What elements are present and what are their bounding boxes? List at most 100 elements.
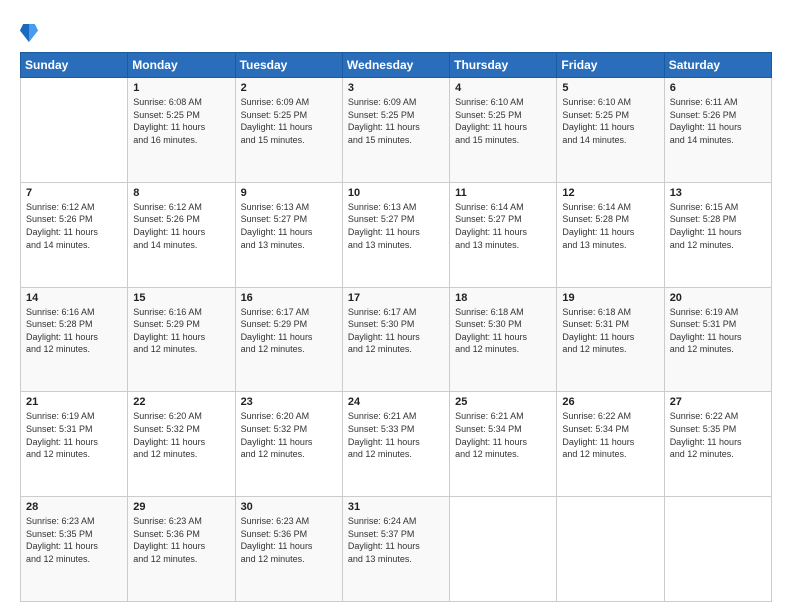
- day-number: 23: [241, 396, 337, 408]
- logo: [20, 22, 42, 44]
- day-number: 10: [348, 187, 444, 199]
- calendar-cell: 12 Sunrise: 6:14 AM Sunset: 5:28 PM Dayli…: [557, 182, 664, 287]
- calendar-cell: [557, 497, 664, 602]
- day-header-thursday: Thursday: [450, 53, 557, 78]
- day-number: 29: [133, 501, 229, 513]
- day-number: 31: [348, 501, 444, 513]
- calendar-cell: 11 Sunrise: 6:14 AM Sunset: 5:27 PM Dayli…: [450, 182, 557, 287]
- day-number: 14: [26, 292, 122, 304]
- calendar-cell: 5 Sunrise: 6:10 AM Sunset: 5:25 PM Daylig…: [557, 78, 664, 183]
- cell-info: Sunrise: 6:08 AM Sunset: 5:25 PM Dayligh…: [133, 96, 229, 146]
- week-row-1: 7 Sunrise: 6:12 AM Sunset: 5:26 PM Daylig…: [21, 182, 772, 287]
- calendar-cell: 3Sunrise: 6:09 AM Sunset: 5:25 PM Daylig…: [342, 78, 449, 183]
- calendar-cell: 30 Sunrise: 6:23 AM Sunset: 5:36 PM Dayli…: [235, 497, 342, 602]
- cell-info: Sunrise: 6:14 AM Sunset: 5:27 PM Dayligh…: [455, 201, 551, 251]
- calendar-cell: 19Sunrise: 6:18 AM Sunset: 5:31 PM Dayli…: [557, 287, 664, 392]
- calendar-cell: 31 Sunrise: 6:24 AM Sunset: 5:37 PM Dayli…: [342, 497, 449, 602]
- calendar-header: SundayMondayTuesdayWednesdayThursdayFrid…: [21, 53, 772, 78]
- cell-info: Sunrise: 6:17 AM Sunset: 5:29 PM Dayligh…: [241, 306, 337, 356]
- cell-info: Sunrise: 6:19 AM Sunset: 5:31 PM Dayligh…: [670, 306, 766, 356]
- cell-info: Sunrise: 6:13 AM Sunset: 5:27 PM Dayligh…: [241, 201, 337, 251]
- calendar-cell: [664, 497, 771, 602]
- calendar-body: 1 Sunrise: 6:08 AM Sunset: 5:25 PM Daylig…: [21, 78, 772, 602]
- cell-info: Sunrise: 6:10 AM Sunset: 5:25 PM Dayligh…: [562, 96, 658, 146]
- calendar-cell: 16 Sunrise: 6:17 AM Sunset: 5:29 PM Dayli…: [235, 287, 342, 392]
- cell-info: Sunrise: 6:23 AM Sunset: 5:36 PM Dayligh…: [133, 515, 229, 565]
- cell-info: Sunrise: 6:19 AM Sunset: 5:31 PM Dayligh…: [26, 410, 122, 460]
- calendar-cell: 10 Sunrise: 6:13 AM Sunset: 5:27 PM Dayli…: [342, 182, 449, 287]
- cell-info: Sunrise: 6:11 AM Sunset: 5:26 PM Dayligh…: [670, 96, 766, 146]
- day-number: 6: [670, 82, 766, 94]
- day-number: 26: [562, 396, 658, 408]
- page: SundayMondayTuesdayWednesdayThursdayFrid…: [0, 0, 792, 612]
- calendar-cell: 24Sunrise: 6:21 AM Sunset: 5:33 PM Dayli…: [342, 392, 449, 497]
- logo-icon: [20, 22, 38, 44]
- cell-info: Sunrise: 6:14 AM Sunset: 5:28 PM Dayligh…: [562, 201, 658, 251]
- cell-info: Sunrise: 6:20 AM Sunset: 5:32 PM Dayligh…: [133, 410, 229, 460]
- calendar-cell: 14 Sunrise: 6:16 AM Sunset: 5:28 PM Dayli…: [21, 287, 128, 392]
- cell-info: Sunrise: 6:22 AM Sunset: 5:34 PM Dayligh…: [562, 410, 658, 460]
- day-number: 22: [133, 396, 229, 408]
- week-row-3: 21 Sunrise: 6:19 AM Sunset: 5:31 PM Dayli…: [21, 392, 772, 497]
- calendar-cell: 15Sunrise: 6:16 AM Sunset: 5:29 PM Dayli…: [128, 287, 235, 392]
- header: [20, 18, 772, 44]
- day-number: 24: [348, 396, 444, 408]
- calendar-cell: 13 Sunrise: 6:15 AM Sunset: 5:28 PM Dayli…: [664, 182, 771, 287]
- calendar-cell: 17Sunrise: 6:17 AM Sunset: 5:30 PM Dayli…: [342, 287, 449, 392]
- day-number: 2: [241, 82, 337, 94]
- cell-info: Sunrise: 6:23 AM Sunset: 5:35 PM Dayligh…: [26, 515, 122, 565]
- calendar-cell: 4Sunrise: 6:10 AM Sunset: 5:25 PM Daylig…: [450, 78, 557, 183]
- day-number: 19: [562, 292, 658, 304]
- cell-info: Sunrise: 6:22 AM Sunset: 5:35 PM Dayligh…: [670, 410, 766, 460]
- day-number: 16: [241, 292, 337, 304]
- calendar-cell: 26 Sunrise: 6:22 AM Sunset: 5:34 PM Dayli…: [557, 392, 664, 497]
- day-number: 25: [455, 396, 551, 408]
- day-header-wednesday: Wednesday: [342, 53, 449, 78]
- cell-info: Sunrise: 6:24 AM Sunset: 5:37 PM Dayligh…: [348, 515, 444, 565]
- cell-info: Sunrise: 6:12 AM Sunset: 5:26 PM Dayligh…: [133, 201, 229, 251]
- day-number: 11: [455, 187, 551, 199]
- calendar-cell: 21 Sunrise: 6:19 AM Sunset: 5:31 PM Dayli…: [21, 392, 128, 497]
- cell-info: Sunrise: 6:23 AM Sunset: 5:36 PM Dayligh…: [241, 515, 337, 565]
- calendar-cell: 2Sunrise: 6:09 AM Sunset: 5:25 PM Daylig…: [235, 78, 342, 183]
- day-header-tuesday: Tuesday: [235, 53, 342, 78]
- week-row-2: 14 Sunrise: 6:16 AM Sunset: 5:28 PM Dayli…: [21, 287, 772, 392]
- calendar-cell: 6 Sunrise: 6:11 AM Sunset: 5:26 PM Daylig…: [664, 78, 771, 183]
- calendar-cell: 29 Sunrise: 6:23 AM Sunset: 5:36 PM Dayli…: [128, 497, 235, 602]
- day-number: 4: [455, 82, 551, 94]
- calendar-cell: 25 Sunrise: 6:21 AM Sunset: 5:34 PM Dayli…: [450, 392, 557, 497]
- cell-info: Sunrise: 6:15 AM Sunset: 5:28 PM Dayligh…: [670, 201, 766, 251]
- day-number: 27: [670, 396, 766, 408]
- header-row: SundayMondayTuesdayWednesdayThursdayFrid…: [21, 53, 772, 78]
- calendar-cell: 23Sunrise: 6:20 AM Sunset: 5:32 PM Dayli…: [235, 392, 342, 497]
- day-header-monday: Monday: [128, 53, 235, 78]
- day-header-saturday: Saturday: [664, 53, 771, 78]
- calendar-cell: 8Sunrise: 6:12 AM Sunset: 5:26 PM Daylig…: [128, 182, 235, 287]
- week-row-4: 28 Sunrise: 6:23 AM Sunset: 5:35 PM Dayli…: [21, 497, 772, 602]
- calendar-cell: 20 Sunrise: 6:19 AM Sunset: 5:31 PM Dayli…: [664, 287, 771, 392]
- cell-info: Sunrise: 6:21 AM Sunset: 5:34 PM Dayligh…: [455, 410, 551, 460]
- cell-info: Sunrise: 6:16 AM Sunset: 5:29 PM Dayligh…: [133, 306, 229, 356]
- cell-info: Sunrise: 6:16 AM Sunset: 5:28 PM Dayligh…: [26, 306, 122, 356]
- day-number: 30: [241, 501, 337, 513]
- day-number: 5: [562, 82, 658, 94]
- cell-info: Sunrise: 6:13 AM Sunset: 5:27 PM Dayligh…: [348, 201, 444, 251]
- week-row-0: 1 Sunrise: 6:08 AM Sunset: 5:25 PM Daylig…: [21, 78, 772, 183]
- calendar-cell: 27 Sunrise: 6:22 AM Sunset: 5:35 PM Dayli…: [664, 392, 771, 497]
- day-number: 20: [670, 292, 766, 304]
- calendar-cell: 28 Sunrise: 6:23 AM Sunset: 5:35 PM Dayli…: [21, 497, 128, 602]
- calendar-cell: [450, 497, 557, 602]
- day-number: 17: [348, 292, 444, 304]
- day-number: 1: [133, 82, 229, 94]
- day-number: 3: [348, 82, 444, 94]
- day-header-sunday: Sunday: [21, 53, 128, 78]
- calendar-cell: [21, 78, 128, 183]
- calendar-cell: 9Sunrise: 6:13 AM Sunset: 5:27 PM Daylig…: [235, 182, 342, 287]
- calendar-cell: 1 Sunrise: 6:08 AM Sunset: 5:25 PM Daylig…: [128, 78, 235, 183]
- day-number: 13: [670, 187, 766, 199]
- day-number: 28: [26, 501, 122, 513]
- day-number: 7: [26, 187, 122, 199]
- day-header-friday: Friday: [557, 53, 664, 78]
- day-number: 21: [26, 396, 122, 408]
- day-number: 12: [562, 187, 658, 199]
